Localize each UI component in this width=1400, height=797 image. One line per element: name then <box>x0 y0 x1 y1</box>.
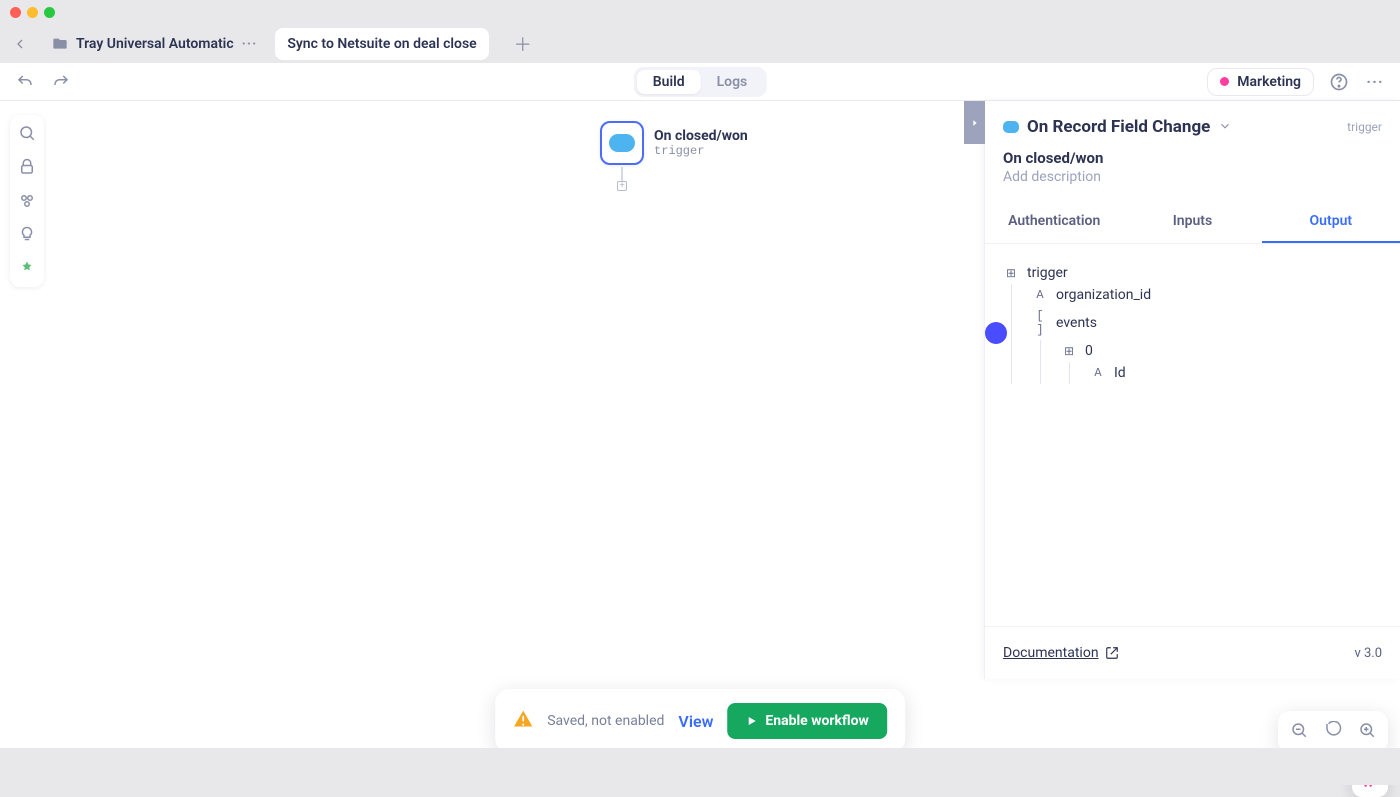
tree-node-events[interactable]: [ ]events <box>1012 306 1382 340</box>
connector-version: v 3.0 <box>1354 646 1382 661</box>
window-close-icon[interactable] <box>10 7 21 18</box>
connectors-button[interactable] <box>17 157 37 177</box>
zoom-fit-button[interactable] <box>1324 721 1342 743</box>
trigger-node[interactable]: On closed/won trigger <box>600 121 748 165</box>
project-tab[interactable]: Tray Universal Automatic ··· <box>40 28 269 60</box>
node-connector-line <box>621 167 623 181</box>
tab-authentication[interactable]: Authentication <box>985 201 1123 243</box>
add-step-button[interactable]: + <box>617 181 627 191</box>
workflow-tab[interactable]: Sync to Netsuite on deal close <box>275 28 488 60</box>
undo-button[interactable] <box>14 71 36 93</box>
trigger-node-subtitle: trigger <box>654 144 748 158</box>
tree-node-id[interactable]: AId <box>1070 362 1382 384</box>
window-titlebar <box>0 0 1400 25</box>
collapse-panel-button[interactable] <box>964 101 985 144</box>
toolbar: Build Logs Marketing ··· <box>0 63 1400 101</box>
tab-output[interactable]: Output <box>1262 201 1400 243</box>
folder-icon <box>52 36 68 52</box>
tree-node-events-0[interactable]: ⊞0 <box>1041 340 1382 362</box>
salesforce-icon <box>609 134 635 152</box>
panel-tabs: Authentication Inputs Output <box>985 201 1400 244</box>
workspace-label: Marketing <box>1237 74 1301 90</box>
canvas[interactable]: On closed/won trigger + On Record Field … <box>0 101 1400 785</box>
warning-icon <box>513 709 533 733</box>
back-button[interactable] <box>6 30 34 58</box>
zoom-in-button[interactable] <box>1358 721 1376 743</box>
object-icon: ⊞ <box>1061 344 1077 359</box>
workspace-color-icon <box>1220 77 1229 86</box>
tips-button[interactable] <box>17 225 37 245</box>
left-dock <box>10 115 44 287</box>
array-icon: [ ] <box>1032 309 1048 337</box>
view-switcher: Build Logs <box>634 67 767 97</box>
window-minimize-icon[interactable] <box>27 7 38 18</box>
bottom-strip <box>0 748 1400 785</box>
search-button[interactable] <box>17 123 37 143</box>
enable-workflow-button[interactable]: Enable workflow <box>727 703 886 739</box>
drag-handle[interactable] <box>985 322 1007 344</box>
tab-inputs[interactable]: Inputs <box>1123 201 1261 243</box>
properties-panel: On Record Field Change trigger On closed… <box>984 101 1400 679</box>
panel-title[interactable]: On Record Field Change <box>1027 117 1210 137</box>
panel-subtitle[interactable]: On closed/won <box>1003 149 1382 167</box>
salesforce-icon <box>1003 121 1019 133</box>
view-link[interactable]: View <box>678 712 713 731</box>
more-menu-button[interactable]: ··· <box>1364 71 1386 93</box>
workflow-tab-label: Sync to Netsuite on deal close <box>287 36 476 52</box>
string-icon: A <box>1032 288 1048 302</box>
external-link-icon <box>1105 646 1119 660</box>
group-button[interactable] <box>17 191 37 211</box>
play-icon <box>745 715 757 727</box>
add-tab-button[interactable]: ＋ <box>509 30 537 58</box>
window-zoom-icon[interactable] <box>44 7 55 18</box>
tree-node-organization-id[interactable]: Aorganization_id <box>1012 284 1382 306</box>
build-tab[interactable]: Build <box>637 70 701 94</box>
merlin-button[interactable] <box>17 259 37 279</box>
documentation-link[interactable]: Documentation <box>1003 645 1119 661</box>
help-button[interactable] <box>1328 71 1350 93</box>
tree-node-trigger[interactable]: ⊞trigger <box>1003 262 1382 284</box>
description-input[interactable]: Add description <box>1003 169 1382 185</box>
logs-tab[interactable]: Logs <box>701 70 764 94</box>
output-schema-tree: ⊞trigger Aorganization_id [ ]events ⊞0 A… <box>985 244 1400 402</box>
status-bar: Saved, not enabled View Enable workflow <box>495 689 905 753</box>
chevron-down-icon[interactable] <box>1218 118 1232 137</box>
zoom-out-button[interactable] <box>1290 721 1308 743</box>
project-tab-label: Tray Universal Automatic <box>76 36 234 52</box>
project-tab-more-icon[interactable]: ··· <box>242 36 258 52</box>
object-icon: ⊞ <box>1003 266 1019 281</box>
zoom-controls <box>1278 711 1388 753</box>
status-text: Saved, not enabled <box>547 713 664 729</box>
workspace-picker[interactable]: Marketing <box>1207 68 1314 96</box>
trigger-node-title: On closed/won <box>654 128 748 144</box>
string-icon: A <box>1090 366 1106 380</box>
trigger-node-card[interactable] <box>600 121 644 165</box>
panel-kind-label: trigger <box>1347 120 1382 134</box>
tabstrip: Tray Universal Automatic ··· Sync to Net… <box>0 25 1400 63</box>
redo-button[interactable] <box>50 71 72 93</box>
